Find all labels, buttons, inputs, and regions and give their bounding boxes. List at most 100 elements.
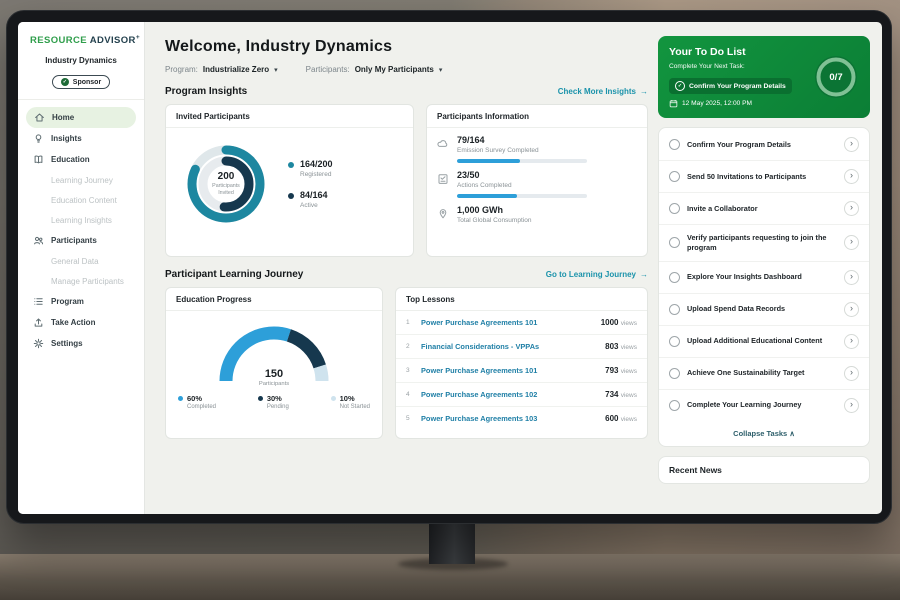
card-title: Education Progress xyxy=(166,288,382,311)
sidebar-item-label: Home xyxy=(52,113,74,122)
sidebar-item-label: Participants xyxy=(51,236,97,245)
sidebar-item-home[interactable]: Home xyxy=(26,107,136,128)
lesson-rank: 3 xyxy=(406,367,413,374)
chevron-right-icon[interactable]: › xyxy=(844,137,859,152)
info-row-global-consumption: 1,000 GWh Total Global Consumption xyxy=(437,205,637,224)
sidebar-item-participants[interactable]: Participants xyxy=(18,230,144,251)
lesson-row: 1 Power Purchase Agreements 101 1000 vie… xyxy=(396,311,647,335)
chevron-right-icon[interactable]: › xyxy=(844,270,859,285)
lesson-link[interactable]: Power Purchase Agreements 103 xyxy=(421,414,597,423)
sidebar-item-label: Settings xyxy=(51,339,83,348)
sidebar-item-education[interactable]: Education xyxy=(18,149,144,170)
education-gauge-chart: 150 Participants xyxy=(210,321,338,387)
sidebar-item-education-content[interactable]: Education Content xyxy=(18,190,144,210)
sidebar-item-general-data[interactable]: General Data xyxy=(18,251,144,271)
sponsor-badge-label: Sponsor xyxy=(73,79,101,86)
next-task-chip[interactable]: ✓ Confirm Your Program Details xyxy=(669,78,792,94)
sidebar-nav: Home Insights Education Learning Journey… xyxy=(18,100,144,361)
task-checkbox[interactable] xyxy=(669,237,680,248)
legend-item-pending: 30% Pending xyxy=(258,394,289,410)
go-to-learning-journey-link[interactable]: Go to Learning Journey → xyxy=(546,270,648,279)
lesson-rank: 5 xyxy=(406,415,413,422)
chevron-right-icon[interactable]: › xyxy=(844,366,859,381)
program-filter-value: Industrialize Zero xyxy=(203,65,269,74)
legend-item-active: 84/164 Active xyxy=(288,190,333,209)
task-checkbox[interactable] xyxy=(669,171,680,182)
section-title: Program Insights xyxy=(165,86,247,97)
lesson-link[interactable]: Power Purchase Agreements 101 xyxy=(421,366,597,375)
legend-dot xyxy=(178,396,183,401)
task-row[interactable]: Upload Spend Data Records › xyxy=(659,294,869,326)
task-row[interactable]: Explore Your Insights Dashboard › xyxy=(659,262,869,294)
lesson-views: 600 views xyxy=(605,414,637,423)
sidebar-item-settings[interactable]: Settings xyxy=(18,333,144,354)
sidebar-item-insights[interactable]: Insights xyxy=(18,128,144,149)
people-icon xyxy=(32,235,44,247)
legend-dot xyxy=(331,396,336,401)
task-row[interactable]: Verify participants requesting to join t… xyxy=(659,225,869,262)
monitor-bezel: RESOURCE ADVISOR+ Industry Dynamics ✓ Sp… xyxy=(6,10,892,524)
arrow-right-icon: → xyxy=(640,270,648,279)
sidebar-item-take-action[interactable]: Take Action xyxy=(18,312,144,333)
sidebar-item-program[interactable]: Program xyxy=(18,291,144,312)
app-window: RESOURCE ADVISOR+ Industry Dynamics ✓ Sp… xyxy=(18,22,882,514)
lesson-row: 4 Power Purchase Agreements 102 734 view… xyxy=(396,383,647,407)
task-checkbox[interactable] xyxy=(669,400,680,411)
bulb-icon xyxy=(32,133,44,145)
task-row[interactable]: Upload Additional Educational Content › xyxy=(659,326,869,358)
learning-cards-row: Education Progress 150 Participants xyxy=(165,287,648,439)
chevron-right-icon[interactable]: › xyxy=(844,334,859,349)
sidebar-item-learning-journey[interactable]: Learning Journey xyxy=(18,170,144,190)
sidebar-item-label: Insights xyxy=(51,134,82,143)
chevron-down-icon: ▾ xyxy=(274,66,278,74)
task-checkbox[interactable] xyxy=(669,203,680,214)
check-icon: ✓ xyxy=(675,81,685,91)
education-progress-card: Education Progress 150 Participants xyxy=(165,287,383,439)
task-row[interactable]: Complete Your Learning Journey › xyxy=(659,390,869,421)
chevron-right-icon[interactable]: › xyxy=(844,235,859,250)
checklist-icon xyxy=(437,172,449,184)
chevron-right-icon[interactable]: › xyxy=(844,398,859,413)
task-row[interactable]: Achieve One Sustainability Target › xyxy=(659,358,869,390)
task-checkbox[interactable] xyxy=(669,368,680,379)
section-title: Participant Learning Journey xyxy=(165,269,303,280)
lesson-link[interactable]: Power Purchase Agreements 102 xyxy=(421,390,597,399)
sidebar-item-label: Education xyxy=(51,155,90,164)
sidebar-item-learning-insights[interactable]: Learning Insights xyxy=(18,210,144,230)
progress-bar xyxy=(457,194,587,198)
lesson-link[interactable]: Financial Considerations - VPPAs xyxy=(421,342,597,351)
lesson-views: 734 views xyxy=(605,390,637,399)
task-checkbox[interactable] xyxy=(669,272,680,283)
task-row[interactable]: Confirm Your Program Details › xyxy=(659,129,869,161)
chevron-right-icon[interactable]: › xyxy=(844,169,859,184)
task-checkbox[interactable] xyxy=(669,336,680,347)
lesson-views: 803 views xyxy=(605,342,637,351)
card-title: Invited Participants xyxy=(166,105,413,128)
upload-icon xyxy=(32,317,44,329)
task-checkbox[interactable] xyxy=(669,139,680,150)
check-more-insights-link[interactable]: Check More Insights → xyxy=(558,87,648,96)
lesson-link[interactable]: Power Purchase Agreements 101 xyxy=(421,318,593,327)
sidebar: RESOURCE ADVISOR+ Industry Dynamics ✓ Sp… xyxy=(18,22,145,514)
lesson-views: 1000 views xyxy=(601,318,637,327)
invited-participants-card: Invited Participants 200 Participants In… xyxy=(165,104,414,257)
calendar-icon xyxy=(669,99,678,108)
participants-filter[interactable]: Participants: Only My Participants ▾ xyxy=(306,65,443,74)
task-row[interactable]: Invite a Collaborator › xyxy=(659,193,869,225)
lesson-row: 2 Financial Considerations - VPPAs 803 v… xyxy=(396,335,647,359)
program-filter-label: Program: xyxy=(165,65,198,74)
lesson-row: 5 Power Purchase Agreements 103 600 view… xyxy=(396,407,647,430)
sidebar-item-label: Take Action xyxy=(51,318,95,327)
chevron-right-icon[interactable]: › xyxy=(844,302,859,317)
program-filter[interactable]: Program: Industrialize Zero ▾ xyxy=(165,65,278,74)
chevron-down-icon: ▾ xyxy=(439,66,443,74)
task-row[interactable]: Send 50 Invitations to Participants › xyxy=(659,161,869,193)
sponsor-badge[interactable]: ✓ Sponsor xyxy=(52,75,110,89)
chevron-right-icon[interactable]: › xyxy=(844,201,859,216)
task-checkbox[interactable] xyxy=(669,304,680,315)
sidebar-item-manage-participants[interactable]: Manage Participants xyxy=(18,271,144,291)
lesson-rank: 2 xyxy=(406,343,413,350)
collapse-tasks-link[interactable]: Collapse Tasks ∧ xyxy=(659,421,869,445)
recent-news-card[interactable]: Recent News xyxy=(658,456,870,484)
lesson-views: 793 views xyxy=(605,366,637,375)
